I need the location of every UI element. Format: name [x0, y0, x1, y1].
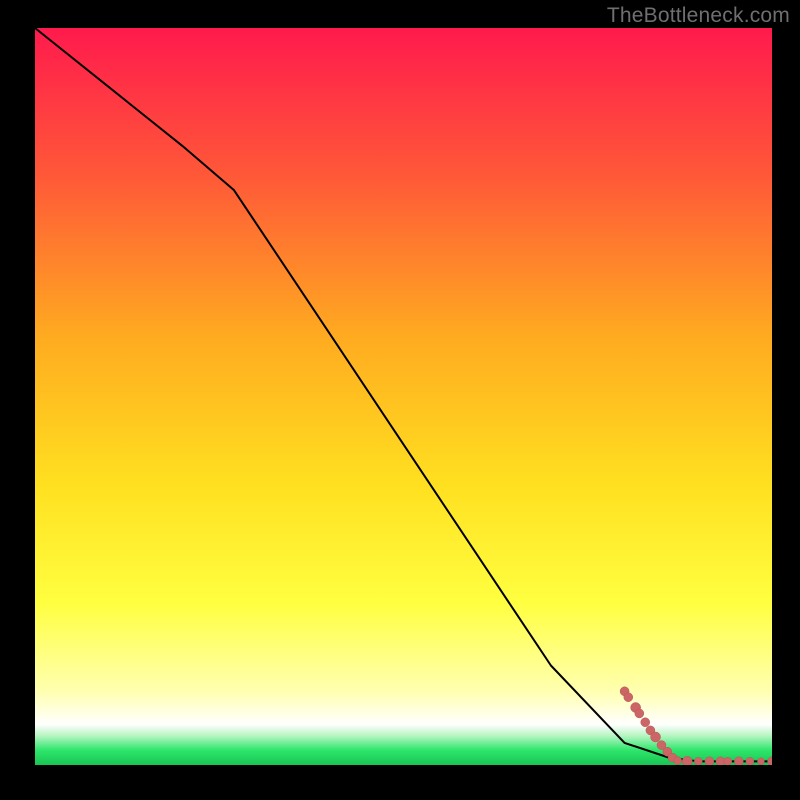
data-point — [624, 693, 633, 702]
chart-stage: TheBottleneck.com — [0, 0, 800, 800]
data-point — [682, 756, 692, 765]
data-point — [705, 757, 714, 765]
data-point — [635, 709, 644, 718]
data-point — [674, 757, 682, 765]
plot-area — [35, 28, 772, 765]
data-point — [641, 718, 650, 727]
data-point — [757, 758, 764, 765]
data-point — [651, 732, 661, 742]
data-point — [724, 757, 732, 765]
data-point — [694, 757, 702, 765]
gradient-background — [35, 28, 772, 765]
data-point — [746, 757, 754, 765]
data-point — [734, 757, 743, 765]
watermark-label: TheBottleneck.com — [607, 4, 790, 28]
chart-svg — [35, 28, 772, 765]
